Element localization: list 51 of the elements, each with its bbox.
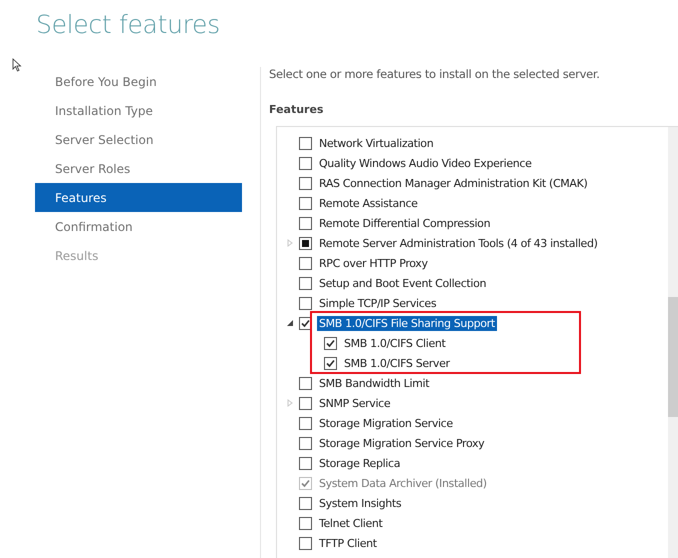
section-heading: Features	[269, 103, 324, 116]
feature-label[interactable]: SMB 1.0/CIFS File Sharing Support	[317, 316, 497, 330]
feature-label[interactable]: Setup and Boot Event Collection	[317, 276, 488, 290]
feature-label[interactable]: Storage Replica	[317, 456, 402, 470]
checkbox[interactable]	[299, 136, 312, 150]
checkbox[interactable]	[299, 416, 312, 430]
feature-label[interactable]: TFTP Client	[317, 536, 379, 550]
scrollbar[interactable]	[668, 127, 678, 558]
nav-item[interactable]: Server Selection	[35, 125, 242, 154]
feature-label[interactable]: SMB 1.0/CIFS Server	[342, 356, 452, 370]
checkbox[interactable]	[299, 396, 312, 410]
description: Select one or more features to install on the selected server.	[269, 67, 601, 81]
feature-label[interactable]: Simple TCP/IP Services	[317, 296, 438, 310]
collapse-icon[interactable]	[286, 319, 294, 327]
checkbox[interactable]	[299, 296, 312, 310]
feature-label[interactable]: SNMP Service	[317, 396, 392, 410]
nav-item[interactable]: Features	[35, 183, 242, 212]
cursor-icon	[12, 58, 22, 72]
feature-label[interactable]: System Insights	[317, 496, 404, 510]
checkbox[interactable]	[299, 236, 312, 250]
checkbox[interactable]	[324, 356, 337, 370]
nav-item[interactable]: Installation Type	[35, 96, 242, 125]
feature-label[interactable]: Remote Assistance	[317, 196, 420, 210]
feature-label[interactable]: Storage Migration Service	[317, 416, 455, 430]
checkbox[interactable]	[299, 536, 312, 550]
nav-item[interactable]: Confirmation	[35, 212, 242, 241]
checkbox[interactable]	[299, 456, 312, 470]
checkbox[interactable]	[299, 196, 312, 210]
nav-item[interactable]: Before You Begin	[35, 67, 242, 96]
feature-label[interactable]: SMB 1.0/CIFS Client	[342, 336, 448, 350]
checkbox[interactable]	[299, 176, 312, 190]
feature-label[interactable]: Telnet Client	[317, 516, 385, 530]
checkbox[interactable]	[299, 276, 312, 290]
checkbox[interactable]	[299, 156, 312, 170]
feature-label[interactable]: SMB Bandwidth Limit	[317, 376, 432, 390]
checkbox[interactable]	[299, 376, 312, 390]
feature-label[interactable]: RPC over HTTP Proxy	[317, 256, 430, 270]
feature-label[interactable]: Quality Windows Audio Video Experience	[317, 156, 534, 170]
checkbox[interactable]	[299, 216, 312, 230]
feature-label[interactable]: Network Virtualization	[317, 136, 436, 150]
checkbox[interactable]	[299, 436, 312, 450]
nav-item[interactable]: Server Roles	[35, 154, 242, 183]
checkbox[interactable]	[324, 336, 337, 350]
checkbox[interactable]	[299, 496, 312, 510]
feature-label[interactable]: Remote Server Administration Tools (4 of 43 installed)	[317, 236, 600, 250]
feature-label[interactable]: Storage Migration Service Proxy	[317, 436, 486, 450]
checkbox[interactable]	[299, 516, 312, 530]
feature-label[interactable]: RAS Connection Manager Administration Kit (CMAK)	[317, 176, 590, 190]
checkbox[interactable]	[299, 256, 312, 270]
page-title: Select features	[36, 10, 221, 39]
feature-label[interactable]: Remote Differential Compression	[317, 216, 492, 230]
